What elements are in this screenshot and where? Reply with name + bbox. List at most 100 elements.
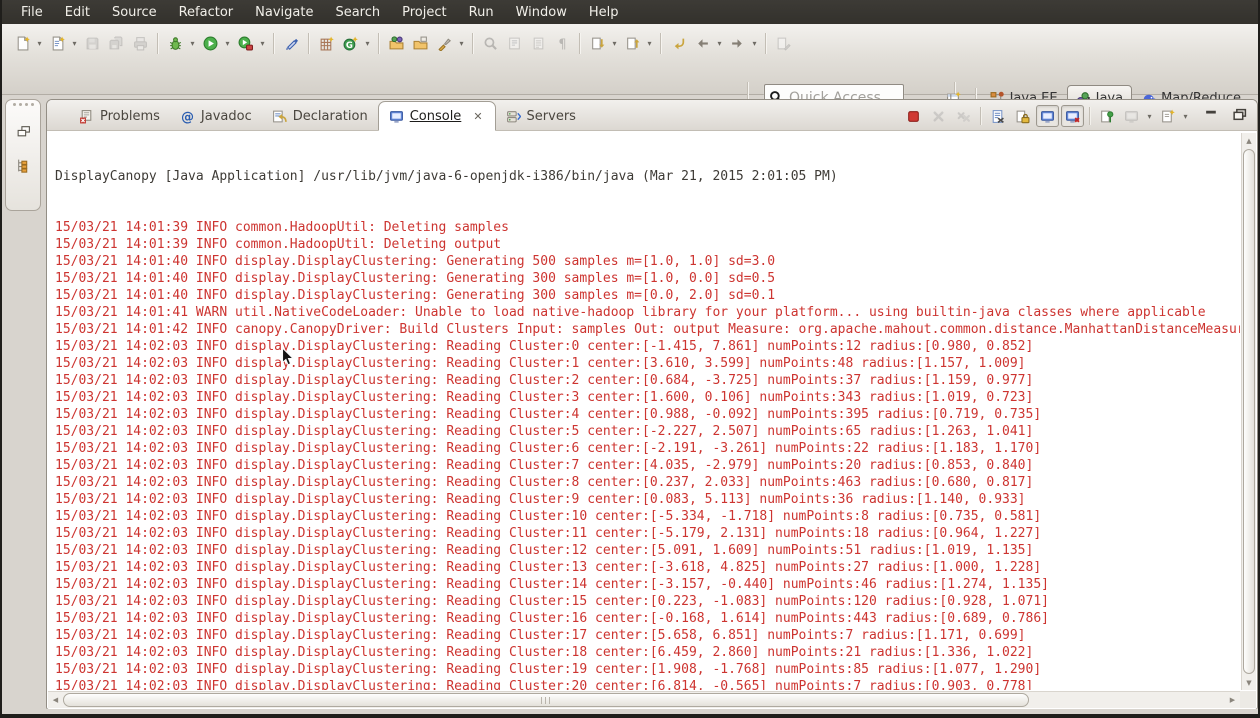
package-explorer-button[interactable] [10,152,36,178]
scroll-down-arrow[interactable]: ▼ [1242,675,1256,690]
next-annotation-icon [590,36,605,51]
console-line: 15/03/21 14:02:03 INFO display.DisplayCl… [55,610,1240,627]
menu-run[interactable]: Run [458,2,505,23]
menu-window[interactable]: Window [505,2,578,23]
scroll-left-arrow[interactable]: ◀ [48,692,63,708]
pin-console-button[interactable] [1095,105,1118,127]
restore-icon [1232,107,1247,122]
console-line: 15/03/21 14:02:03 INFO display.DisplayCl… [55,661,1240,678]
tab-declaration[interactable]: Declaration [262,102,378,130]
tab-javadoc[interactable]: @Javadoc [170,102,262,130]
run-dropdown[interactable]: ▾ [222,39,233,48]
forward-button[interactable] [725,31,749,55]
menu-project[interactable]: Project [391,2,457,23]
next-annotation-dropdown[interactable]: ▾ [609,39,620,48]
console-view-panel: Problems@Javadoc Declaration Console✕ Serve… [46,99,1258,710]
scroll-up-arrow[interactable]: ▲ [1242,133,1256,148]
back-icon [695,36,710,51]
new-module-dropdown[interactable]: ▾ [362,39,373,48]
console-line: 15/03/21 14:02:03 INFO display.DisplayCl… [55,525,1240,542]
terminate-button[interactable] [902,105,925,127]
restore-views-button[interactable] [10,118,36,144]
toolbar-separator [308,33,309,54]
console-line: 15/03/21 14:02:03 INFO display.DisplayCl… [55,355,1240,372]
mark-occurrences-button[interactable] [279,31,303,55]
new-button[interactable] [10,31,34,55]
back-button[interactable] [690,31,714,55]
tab-servers[interactable]: Servers [496,102,586,130]
eclipse-window: FileEditSourceRefactorNavigateSearchProj… [2,0,1258,714]
terminate-icon [906,109,921,124]
console-line: 15/03/21 14:02:03 INFO display.DisplayCl… [55,338,1240,355]
menu-navigate[interactable]: Navigate [244,2,324,23]
toolbar-separator [980,107,981,125]
menu-help[interactable]: Help [578,2,630,23]
display-console-dropdown[interactable]: ▾ [1144,112,1155,121]
new-java-project-button[interactable] [314,31,338,55]
pin-console-icon [1099,109,1114,124]
new-wizard-dropdown[interactable]: ▾ [69,39,80,48]
console-line: 15/03/21 14:02:03 INFO display.DisplayCl… [55,576,1240,593]
run-history-icon [238,36,253,51]
open-type-button[interactable] [384,31,408,55]
horizontal-scrollbar[interactable]: ◀ ▶ [48,691,1240,708]
new-dropdown[interactable]: ▾ [34,39,45,48]
new-wizard-button[interactable] [45,31,69,55]
tab-problems[interactable]: Problems [69,102,170,130]
menu-source[interactable]: Source [101,2,168,23]
vertical-scroll-thumb[interactable] [1243,149,1255,674]
new-module-button[interactable]: G [338,31,362,55]
menu-edit[interactable]: Edit [54,2,101,23]
last-edit-location-icon [671,36,686,51]
minimize-view-button[interactable] [1203,106,1219,122]
restore-views-icon [16,124,31,139]
show-whitespace-icon: ¶ [555,36,570,51]
show-stdout-button[interactable] [1036,105,1059,127]
print-icon [133,36,148,51]
show-stderr-button[interactable] [1061,105,1084,127]
vertical-scrollbar[interactable]: ▲ ▼ [1241,133,1256,690]
previous-annotation-button[interactable] [620,31,644,55]
clear-console-button[interactable] [986,105,1009,127]
tab-label: Servers [527,109,576,124]
back-dropdown[interactable]: ▾ [714,39,725,48]
package-explorer-icon [16,158,31,173]
format-button[interactable] [432,31,456,55]
restore-view-button[interactable] [1231,106,1247,122]
previous-annotation-dropdown[interactable]: ▾ [644,39,655,48]
debug-dropdown[interactable]: ▾ [187,39,198,48]
tab-console[interactable]: Console✕ [378,101,496,131]
menu-refactor[interactable]: Refactor [168,2,245,23]
debug-button[interactable] [163,31,187,55]
tab-close-icon[interactable]: ✕ [471,110,484,123]
menu-search[interactable]: Search [324,2,391,23]
scroll-lock-icon [1015,109,1030,124]
forward-dropdown[interactable]: ▾ [749,39,760,48]
main-toolbar: ▾▾▾▾▾G▾▾¶▾▾▾▾ [10,29,795,57]
open-console-icon [1160,109,1175,124]
console-line: 15/03/21 14:02:03 INFO display.DisplayCl… [55,627,1240,644]
tab-label: Declaration [293,109,368,124]
console-line: 15/03/21 14:02:03 INFO display.DisplayCl… [55,542,1240,559]
format-icon [437,36,452,51]
next-annotation-button[interactable] [585,31,609,55]
scroll-right-arrow[interactable]: ▶ [1225,692,1240,708]
toolbar-zone: ▾▾▾▾▾G▾▾¶▾▾▾▾ Java EEJJavaMap/Reduce [2,24,1258,95]
format-dropdown[interactable]: ▾ [456,39,467,48]
open-resource-icon [413,36,428,51]
run-history-dropdown[interactable]: ▾ [257,39,268,48]
open-resource-button[interactable] [408,31,432,55]
console-line: 15/03/21 14:02:03 INFO display.DisplayCl… [55,457,1240,474]
horizontal-scroll-thumb[interactable] [63,693,1029,707]
menu-file[interactable]: File [10,2,54,23]
open-type-icon [389,36,404,51]
open-console-dropdown[interactable]: ▾ [1180,112,1191,121]
last-edit-location-button[interactable] [666,31,690,55]
run-button[interactable] [198,31,222,55]
run-history-button[interactable] [233,31,257,55]
drag-handle[interactable] [6,100,40,110]
scroll-lock-button[interactable] [1011,105,1034,127]
forward-icon [730,36,745,51]
open-console-button[interactable] [1156,105,1179,127]
console-output[interactable]: DisplayCanopy [Java Application] /usr/li… [48,132,1240,690]
